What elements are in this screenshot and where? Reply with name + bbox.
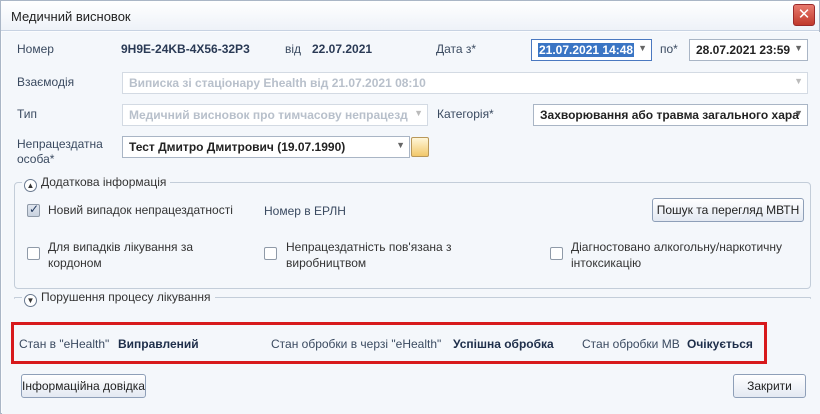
category-select[interactable]: Захворювання або травма загального хара … [533,104,808,126]
chevron-down-icon[interactable]: ▼ [794,108,803,118]
interaction-value: Виписка зі стаціонару Ehealth від 21.07.… [129,76,426,90]
person-card-icon[interactable] [411,137,429,157]
category-label: Категорія* [437,107,494,121]
production-label: Непрацездатність пов'язана з виробництво… [286,240,452,270]
person-select[interactable]: Тест Дмитро Дмитрович (19.07.1990) ▼ [122,136,410,158]
window-title: Медичний висновок [11,9,131,24]
number-label: Номер [17,42,54,56]
title-bar: Медичний висновок ✕ [1,1,819,31]
erln-label: Номер в ЕРЛН [264,204,346,218]
from-date-value: 22.07.2021 [312,42,373,56]
abroad-label: Для випадків лікування за кордоном [48,240,194,270]
ehealth-status-value: Виправлений [118,337,199,351]
chevron-down-icon[interactable]: ▼ [24,294,37,307]
ehealth-status-label: Стан в "eHealth" [19,337,110,351]
date-from-value: 21.07.2021 14:48 [538,43,635,57]
close-icon[interactable]: ✕ [793,4,815,26]
date-to-field[interactable]: 28.07.2021 23:59 ▼ [689,39,808,61]
medical-conclusion-dialog: Медичний висновок ✕ Номер 9H9E-24KB-4X56… [0,0,820,414]
abroad-checkbox[interactable] [27,247,40,260]
mv-status-value: Очікується [687,337,753,351]
category-value: Захворювання або травма загального хара [540,108,799,122]
chevron-down-icon: ▼ [414,108,423,118]
mv-status-label: Стан обробки МВ [582,337,680,351]
chevron-down-icon[interactable]: ▼ [396,140,405,150]
alcohol-label: Діагностовано алкогольну/наркотичну інто… [571,240,783,270]
new-case-checkbox[interactable] [27,202,40,217]
search-mvtn-button[interactable]: Пошук та перегляд МВТН [652,198,804,222]
close-button[interactable]: Закрити [733,374,806,398]
number-value: 9H9E-24KB-4X56-32P3 [121,42,250,56]
date-from-label: Дата з* [436,42,477,56]
alcohol-checkbox[interactable] [550,247,563,260]
additional-info-title: Додаткова інформація [41,175,167,189]
queue-status-value: Успішна обробка [453,337,554,351]
type-select[interactable]: Медичний висновок про тимчасову непрацез… [122,104,428,126]
from-label: від [285,42,302,56]
chevron-down-icon: ▼ [794,76,803,86]
person-label-line2: особа* [17,152,55,166]
person-label-line1: Непрацездатна [17,137,103,151]
additional-info-header[interactable]: ▲ Додаткова інформація [22,175,171,192]
dialog-body: Номер 9H9E-24KB-4X56-32P3 від 22.07.2021… [2,32,820,414]
chevron-down-icon[interactable]: ▼ [794,43,803,53]
interaction-select[interactable]: Виписка зі стаціонару Ehealth від 21.07.… [122,72,808,94]
person-value: Тест Дмитро Дмитрович (19.07.1990) [129,140,346,154]
violation-header[interactable]: ▼ Порушення процесу лікування [22,290,215,307]
queue-status-label: Стан обробки в черзі "eHealth" [271,337,442,351]
chevron-down-icon[interactable]: ▼ [638,43,647,53]
type-label: Тип [17,107,38,121]
interaction-label: Взаємодія [17,75,75,89]
violation-title: Порушення процесу лікування [41,290,211,304]
chevron-up-icon[interactable]: ▲ [24,179,37,192]
type-value: Медичний висновок про тимчасову непрацез… [129,108,408,122]
date-to-value: 28.07.2021 23:59 [696,43,791,57]
status-panel: Стан в "eHealth" Виправлений Стан обробк… [11,322,767,364]
date-from-field[interactable]: 21.07.2021 14:48 ▼ [531,39,652,61]
date-to-label: по* [660,42,678,56]
production-checkbox[interactable] [264,247,277,260]
info-reference-button[interactable]: Інформаційна довідка [21,374,146,398]
new-case-label: Новий випадок непрацездатності [48,203,233,217]
